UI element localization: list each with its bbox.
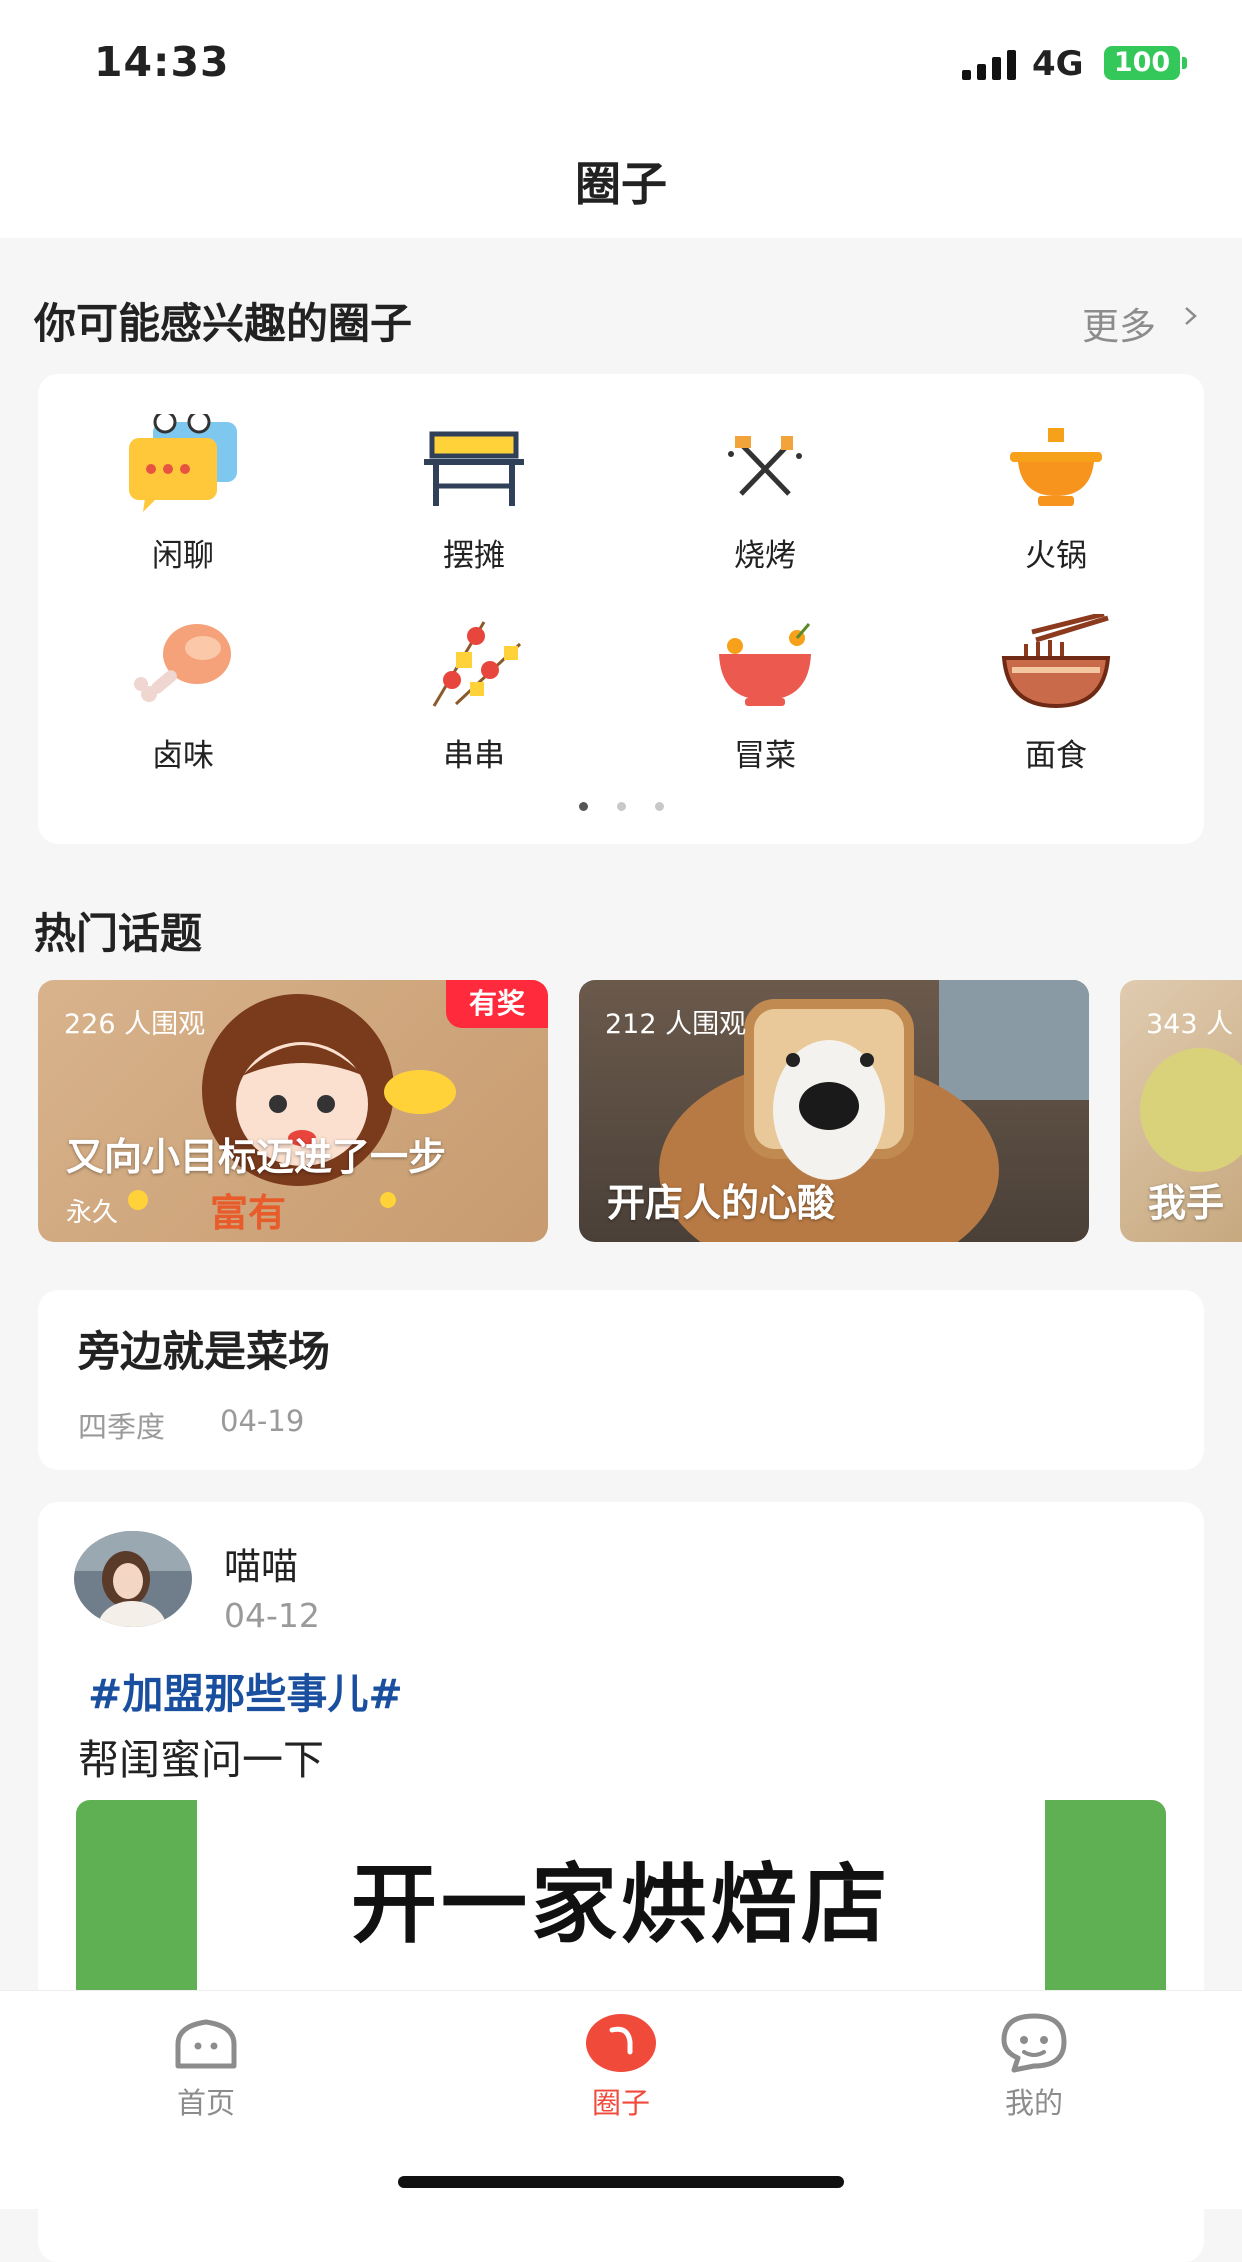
drumstick-icon (134, 624, 231, 702)
category-label: 烧烤 (734, 538, 796, 574)
question-date: 04-19 (220, 1404, 305, 1438)
page-indicator-active (579, 802, 588, 811)
chevron-right-icon[interactable] (1182, 307, 1200, 325)
home-icon (175, 2019, 237, 2069)
post-date: 04-12 (224, 1596, 320, 1635)
noodles-icon (1001, 614, 1111, 709)
topic-title: 又向小目标迈进了一步 (66, 1135, 447, 1179)
tab-label: 首页 (176, 2086, 235, 2120)
topic-views: 226 人围观 (64, 1009, 206, 1040)
category-chat[interactable]: 闲聊 (83, 414, 283, 575)
profile-icon (1001, 2013, 1067, 2073)
image-green-band (1045, 1800, 1166, 1990)
page-indicator (617, 802, 626, 811)
tab-circle[interactable]: 圈子 (551, 2008, 691, 2120)
question-title: 旁边就是菜场 (78, 1327, 331, 1376)
topic-card[interactable]: 212 人围观 开店人的心酸 (579, 980, 1089, 1242)
category-skewers[interactable]: 串串 (374, 614, 574, 775)
post-hashtag[interactable]: #加盟那些事儿# (88, 1660, 403, 1720)
category-label: 火锅 (1025, 538, 1087, 574)
category-hotpot[interactable]: 火锅 (956, 414, 1156, 575)
bbq-tools-icon (728, 436, 802, 496)
award-badge: 有奖 (446, 980, 548, 1028)
post-image[interactable]: 开一家烘焙店 (76, 1800, 1166, 1990)
circle-icon (586, 2014, 656, 2072)
page-indicator (655, 802, 664, 811)
hotpot-icon (1010, 428, 1102, 506)
image-green-band (76, 1800, 197, 1990)
status-time: 14:33 (94, 38, 230, 86)
battery-tip (1182, 57, 1187, 69)
topic-subtitle: 永久 (66, 1198, 119, 1228)
tab-mine[interactable]: 我的 (964, 2008, 1104, 2120)
tab-home[interactable]: 首页 (136, 2008, 276, 2120)
battery-icon: 100 (1104, 46, 1180, 80)
page-title: 圈子 (575, 157, 667, 211)
post-username[interactable]: 喵喵 (224, 1536, 298, 1590)
svg-text:富有: 富有 (210, 1191, 286, 1235)
category-label: 卤味 (152, 738, 214, 774)
topic-title: 我手 (1148, 1181, 1225, 1225)
category-label: 面食 (1025, 738, 1087, 774)
topic-title: 开店人的心酸 (607, 1181, 836, 1225)
category-noodles[interactable]: 面食 (956, 614, 1156, 775)
category-braised[interactable]: 卤味 (83, 614, 283, 775)
home-indicator (398, 2176, 844, 2188)
topic-views: 212 人围观 (605, 1009, 747, 1040)
network-type: 4G (1032, 44, 1084, 84)
tab-label: 我的 (1004, 2086, 1063, 2120)
category-label: 闲聊 (152, 538, 214, 574)
category-label: 冒菜 (734, 738, 796, 774)
skewers-icon (432, 621, 522, 707)
topic-card[interactable]: 富有 226 人围观 有奖 又向小目标迈进了一步 永久 (38, 980, 548, 1242)
bowl-icon (719, 623, 811, 706)
avatar[interactable] (74, 1531, 192, 1627)
category-maocai[interactable]: 冒菜 (665, 614, 865, 775)
category-label: 串串 (443, 738, 505, 774)
post-image-text: 开一家烘焙店 (351, 1855, 891, 1955)
signal-icon (962, 50, 1016, 80)
tab-label: 圈子 (591, 2086, 650, 2120)
topic-views: 343 人 (1146, 1009, 1234, 1040)
stall-table-icon (424, 431, 524, 506)
category-stall[interactable]: 摆摊 (374, 414, 574, 575)
interest-section-title: 你可能感兴趣的圈子 (34, 299, 413, 348)
topic-card[interactable]: 343 人 我手 (1120, 980, 1242, 1242)
question-card[interactable] (38, 1290, 1204, 1470)
chat-bubbles-icon (129, 414, 237, 512)
more-link[interactable]: 更多 (1082, 296, 1156, 350)
hot-topics-title: 热门话题 (34, 909, 203, 958)
post-text: 帮闺蜜问一下 (78, 1736, 324, 1784)
question-author: 四季度 (78, 1410, 166, 1444)
category-label: 摆摊 (443, 538, 505, 574)
category-bbq[interactable]: 烧烤 (665, 414, 865, 575)
